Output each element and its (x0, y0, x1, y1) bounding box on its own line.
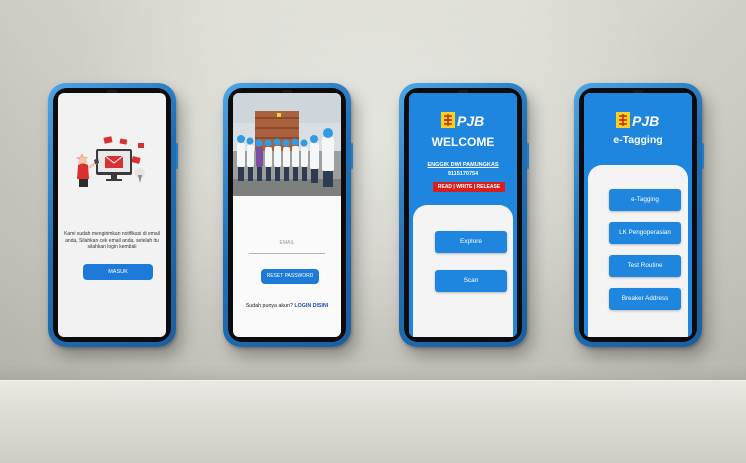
email-illustration (76, 136, 145, 187)
user-id: 9115170754 (447, 171, 479, 177)
masuk-button[interactable]: MASUK (83, 264, 153, 280)
email-field[interactable] (249, 253, 325, 254)
explore-button[interactable]: Explore (435, 231, 507, 253)
scan-button[interactable]: Scan (435, 270, 507, 292)
screen-welcome: PJB WELCOME ENGGIK DWI PAMUNGKAS 9115170… (409, 93, 517, 337)
menu-test-routine-button[interactable]: Test Routine (609, 255, 681, 277)
phone-welcome: PJB WELCOME ENGGIK DWI PAMUNGKAS 9115170… (399, 83, 529, 347)
logo-text: PJB (457, 113, 484, 129)
phone-reset-password: EMAIL RESET PASSWORD Sudah punya akun? L… (223, 83, 353, 347)
screen-reset-password: EMAIL RESET PASSWORD Sudah punya akun? L… (233, 93, 341, 337)
phone-notification: Kami sudah mengirimkan notifikasi di ema… (48, 83, 178, 347)
notification-message: Kami sudah mengirimkan notifikasi di ema… (64, 231, 160, 250)
front-camera (282, 90, 292, 93)
front-camera (458, 90, 468, 93)
login-prompt: Sudah punya akun? LOGIN DISINI (233, 303, 341, 309)
phone-etagging-menu: PJB e-Tagging e-Tagging LK Pengoperasian… (574, 83, 704, 347)
menu-lk-pengoperasian-button[interactable]: LK Pengoperasian (609, 222, 681, 244)
logo-text: PJB (632, 113, 659, 129)
front-camera (633, 90, 643, 93)
team-photo (233, 93, 341, 196)
shelf (0, 380, 746, 463)
screen-notification: Kami sudah mengirimkan notifikasi di ema… (58, 93, 166, 337)
welcome-title: WELCOME (431, 135, 495, 149)
menu-breaker-address-button[interactable]: Breaker Address (609, 288, 681, 310)
email-field-label: EMAIL (279, 240, 295, 246)
login-link[interactable]: LOGIN DISINI (294, 303, 328, 309)
front-camera (107, 90, 117, 93)
mode-banner: READ | WRITE | RELEASE (433, 182, 505, 192)
pjb-logo: PJB (616, 112, 659, 129)
reset-password-button[interactable]: RESET PASSWORD (261, 269, 319, 284)
screen-etagging-menu: PJB e-Tagging e-Tagging LK Pengoperasian… (584, 93, 692, 337)
user-name: ENGGIK DWI PAMUNGKAS (427, 162, 499, 168)
menu-etagging-button[interactable]: e-Tagging (609, 189, 681, 211)
account-question: Sudah punya akun? (245, 303, 293, 309)
pjb-logo: PJB (441, 112, 484, 129)
app-title: e-Tagging (613, 134, 663, 146)
